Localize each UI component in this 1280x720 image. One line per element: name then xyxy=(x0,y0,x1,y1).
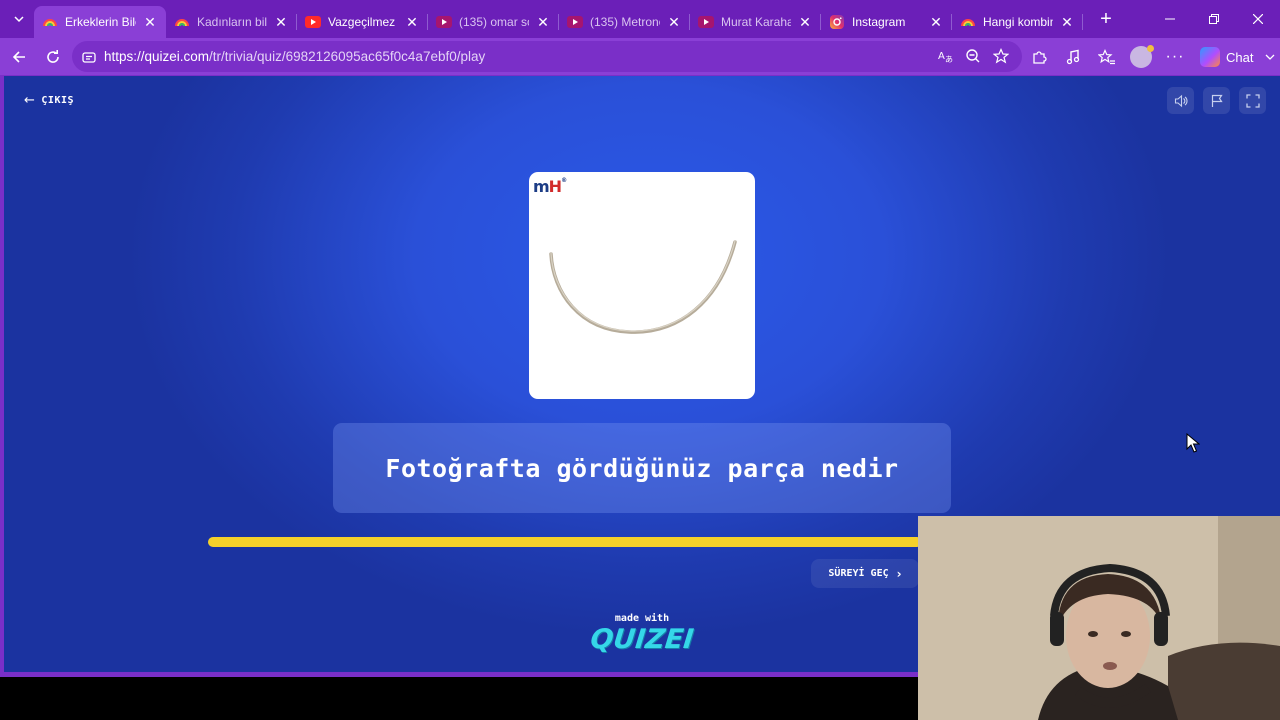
zoom-out-icon[interactable] xyxy=(962,45,984,67)
fullscreen-button[interactable] xyxy=(1239,87,1266,114)
favorite-star-icon[interactable] xyxy=(990,45,1012,67)
browser-tab-strip: Erkeklerin Bilen ✕ Kadınların bilen ✕ Va… xyxy=(0,0,1280,38)
music-note-icon xyxy=(1066,49,1080,65)
address-bar[interactable]: https://quizei.com/tr/trivia/quiz/698212… xyxy=(72,41,1022,72)
close-icon[interactable]: ✕ xyxy=(535,14,551,31)
browser-tab[interactable]: (135) omar sou ✕ xyxy=(428,6,559,38)
browser-tab[interactable]: (135) Metronon ✕ xyxy=(559,6,690,38)
close-icon[interactable]: ✕ xyxy=(1059,14,1075,31)
quizei-rainbow-icon xyxy=(960,14,976,30)
mouse-cursor-icon xyxy=(1186,433,1200,453)
instagram-icon xyxy=(829,14,845,30)
browser-tab[interactable]: Hangi kombini ✕ xyxy=(952,6,1083,38)
question-image: mH® xyxy=(529,172,755,399)
tab-title: Murat Karahan xyxy=(721,15,791,29)
close-icon xyxy=(1253,14,1263,24)
translate-icon[interactable]: Aあ xyxy=(934,45,956,67)
restore-button[interactable] xyxy=(1192,0,1236,38)
tab-title: Hangi kombini xyxy=(983,15,1053,29)
arrow-left-icon: ← xyxy=(24,93,36,108)
quizei-rainbow-icon xyxy=(42,14,58,30)
settings-more-button[interactable]: ··· xyxy=(1158,40,1192,74)
refresh-icon xyxy=(47,49,59,63)
youtube-icon xyxy=(436,14,452,30)
tab-title: (135) Metronon xyxy=(590,15,660,29)
close-window-button[interactable] xyxy=(1236,0,1280,38)
quizei-rainbow-icon xyxy=(174,14,190,30)
speaker-icon xyxy=(1174,94,1187,107)
chat-label: Chat xyxy=(1226,49,1254,65)
tab-actions-menu-button[interactable] xyxy=(4,5,34,33)
report-flag-button[interactable] xyxy=(1203,87,1230,114)
chevron-down-icon xyxy=(1266,54,1275,60)
browser-tab[interactable]: Kadınların bilen ✕ xyxy=(166,6,297,38)
tab-title: (135) omar sou xyxy=(459,15,529,29)
puzzle-icon xyxy=(1033,51,1047,64)
tab-title: Kadınların bilen xyxy=(197,15,267,29)
new-tab-button[interactable]: + xyxy=(1091,5,1121,33)
url-path: /tr/trivia/quiz/6982126095ac65f0c4a7ebf0… xyxy=(209,49,486,64)
refresh-button[interactable] xyxy=(36,40,70,74)
svg-text:あ: あ xyxy=(945,55,953,64)
tab-title: Erkeklerin Bilen xyxy=(65,15,136,29)
close-icon[interactable]: ✕ xyxy=(142,14,158,31)
tab-separator xyxy=(1082,14,1083,30)
minimize-icon xyxy=(1165,18,1175,20)
youtube-icon xyxy=(567,14,583,30)
arrow-left-icon xyxy=(12,50,25,63)
url-host: https://quizei.com xyxy=(104,49,210,64)
media-control-button[interactable] xyxy=(1056,40,1090,74)
browser-tab[interactable]: Vazgeçilmez ka ✕ xyxy=(297,6,428,38)
sound-toggle-button[interactable] xyxy=(1167,87,1194,114)
quizei-logo[interactable]: QUIZEI xyxy=(580,624,703,655)
copilot-icon xyxy=(1200,47,1220,67)
browser-tab[interactable]: Murat Karahan ✕ xyxy=(690,6,821,38)
skip-timer-button[interactable]: SÜREYİ GEÇ › xyxy=(811,559,919,588)
flag-icon xyxy=(1211,94,1223,107)
restore-icon xyxy=(1209,14,1219,24)
extensions-button[interactable] xyxy=(1022,40,1056,74)
exit-button[interactable]: ← ÇIKIŞ xyxy=(24,93,74,108)
browser-tab[interactable]: Erkeklerin Bilen ✕ xyxy=(34,6,166,38)
tab-title: Instagram xyxy=(852,15,906,29)
more-dots-icon: ··· xyxy=(1165,48,1185,65)
browser-tab[interactable]: Instagram ✕ xyxy=(821,6,952,38)
window-controls xyxy=(1148,0,1280,38)
browser-toolbar: https://quizei.com/tr/trivia/quiz/698212… xyxy=(0,38,1280,75)
close-icon[interactable]: ✕ xyxy=(404,14,420,31)
webcam-person-image xyxy=(918,516,1280,720)
tab-title: Vazgeçilmez ka xyxy=(328,15,398,29)
chevron-down-icon xyxy=(14,16,24,23)
minimize-button[interactable] xyxy=(1148,0,1192,38)
timer-bar xyxy=(208,537,922,547)
underwire-photo xyxy=(549,240,737,334)
plus-icon: + xyxy=(1100,7,1112,30)
close-icon[interactable]: ✕ xyxy=(273,14,289,31)
exit-label: ÇIKIŞ xyxy=(41,95,75,106)
favorites-button[interactable] xyxy=(1090,40,1124,74)
site-info-icon[interactable] xyxy=(82,49,98,65)
favorites-star-list-icon xyxy=(1098,49,1115,65)
fullscreen-icon xyxy=(1245,93,1260,108)
question-text: Fotoğrafta gördüğünüz parça nedir xyxy=(385,453,899,483)
copilot-chat-button[interactable]: Chat xyxy=(1200,47,1275,67)
address-bar-actions: Aあ xyxy=(934,45,1012,67)
question-box: Fotoğrafta gördüğünüz parça nedir xyxy=(333,423,951,513)
svg-text:A: A xyxy=(938,51,945,62)
timer-bar-fill xyxy=(208,537,922,547)
made-with-label: made with xyxy=(614,613,670,624)
youtube-icon xyxy=(698,14,714,30)
toolbar-extensions: ··· Chat xyxy=(1022,40,1275,74)
chevron-right-icon: › xyxy=(896,566,902,581)
close-icon[interactable]: ✕ xyxy=(797,14,813,31)
youtube-icon xyxy=(305,14,321,30)
webcam-overlay xyxy=(918,516,1280,720)
close-icon[interactable]: ✕ xyxy=(666,14,682,31)
close-icon[interactable]: ✕ xyxy=(928,14,944,31)
back-button[interactable] xyxy=(2,40,36,74)
profile-avatar[interactable] xyxy=(1130,45,1154,68)
skip-timer-label: SÜREYİ GEÇ xyxy=(828,568,889,579)
